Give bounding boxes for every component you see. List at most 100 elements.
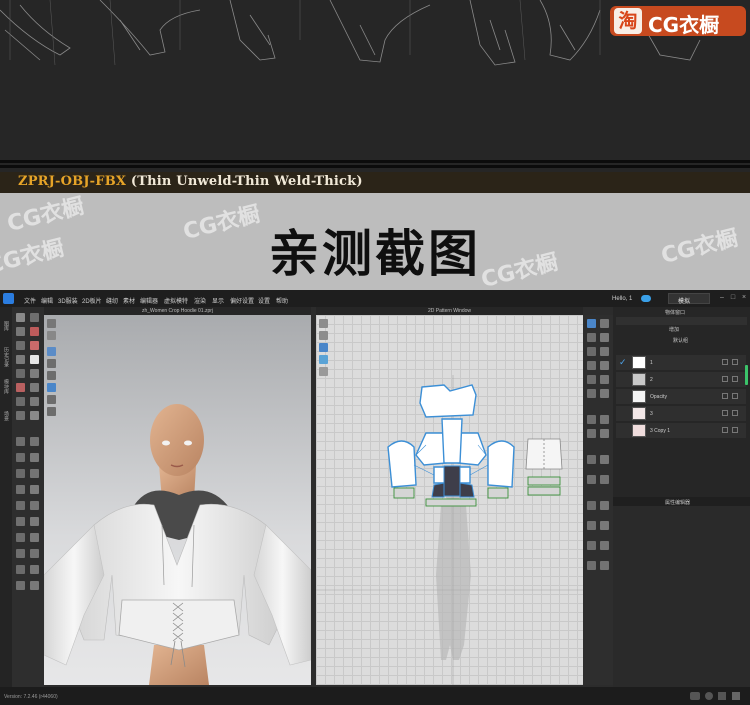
menu-item-file[interactable]: 文件 <box>24 296 36 305</box>
lock-icon[interactable] <box>732 359 738 365</box>
shirring-tool-icon[interactable] <box>16 517 25 526</box>
text-icon[interactable] <box>587 475 596 484</box>
fabric-tool-icon[interactable] <box>30 485 39 494</box>
dart-icon[interactable] <box>600 361 609 370</box>
sketch-tool-icon[interactable] <box>16 533 25 542</box>
measure-tool-icon[interactable] <box>16 355 25 364</box>
lock-icon[interactable] <box>732 376 738 382</box>
graphic-icon[interactable] <box>600 455 609 464</box>
edit-sewing-icon[interactable] <box>587 429 596 438</box>
display-mode-icon[interactable] <box>47 319 56 328</box>
camera-icon[interactable] <box>47 407 56 416</box>
edit-curve-icon[interactable] <box>587 333 596 342</box>
help-icon[interactable] <box>705 692 713 700</box>
chat-icon[interactable] <box>690 692 700 700</box>
zipper-tool-icon[interactable] <box>30 397 39 406</box>
maximize-icon[interactable]: □ <box>729 294 737 302</box>
lace-tool-icon[interactable] <box>16 565 25 574</box>
snapshot-tool-icon[interactable] <box>16 581 25 590</box>
transform-pattern-icon[interactable] <box>600 319 609 328</box>
stamp-tool-icon[interactable] <box>30 453 39 462</box>
expand-icon[interactable] <box>732 692 740 700</box>
3d-viewport[interactable] <box>44 315 311 685</box>
cloud-icon[interactable] <box>641 295 651 302</box>
lock-icon[interactable] <box>732 427 738 433</box>
fabric-row[interactable]: 2 <box>616 372 746 387</box>
segment-tool-icon[interactable] <box>16 369 25 378</box>
menu-item-render[interactable]: 渲染 <box>194 296 206 305</box>
minimize-icon[interactable]: – <box>718 294 726 302</box>
edit-pattern-icon[interactable] <box>587 319 596 328</box>
edit-point-icon[interactable] <box>600 333 609 342</box>
ruler-icon[interactable] <box>587 521 596 530</box>
menu-item-editor[interactable]: 编辑器 <box>140 296 158 305</box>
select-tool-icon[interactable] <box>16 313 25 322</box>
zipper-2d-icon[interactable] <box>600 561 609 570</box>
tab-history[interactable]: 历史记录 <box>3 347 10 367</box>
transform-tool-icon[interactable] <box>16 327 25 336</box>
pleat-2d-icon[interactable] <box>587 541 596 550</box>
tab-library[interactable]: 图库 <box>3 321 10 331</box>
scrollbar[interactable] <box>745 365 748 385</box>
pin-tool-icon[interactable] <box>30 327 39 336</box>
strap-tool-icon[interactable] <box>30 517 39 526</box>
menu-item-preferences[interactable]: 偏好设置 <box>230 296 254 305</box>
curve-tool-icon[interactable] <box>30 437 39 446</box>
menu-item-help[interactable]: 帮助 <box>276 296 288 305</box>
fold-tool-icon[interactable] <box>16 341 25 350</box>
arrangement-tool-icon[interactable] <box>30 469 39 478</box>
internal-line-icon[interactable] <box>587 375 596 384</box>
add-fabric-button[interactable]: 增加 <box>669 326 679 333</box>
menu-item-display[interactable]: 显示 <box>212 296 224 305</box>
annotation-icon[interactable] <box>600 475 609 484</box>
menu-item-sewing[interactable]: 缝纫 <box>106 296 118 305</box>
button-tool-icon[interactable] <box>16 397 25 406</box>
seamline-icon[interactable] <box>319 343 328 352</box>
polygon-icon[interactable] <box>587 347 596 356</box>
trace-icon[interactable] <box>587 389 596 398</box>
pleat-tool-icon[interactable] <box>30 549 39 558</box>
visibility-icon[interactable] <box>722 427 728 433</box>
check-sewing-icon[interactable] <box>600 429 609 438</box>
fabric-row[interactable]: ✓ 1 <box>616 355 746 370</box>
edit-texture-icon[interactable] <box>587 455 596 464</box>
texture-display-icon[interactable] <box>47 347 56 356</box>
notch-icon[interactable] <box>600 389 609 398</box>
lock-icon[interactable] <box>732 410 738 416</box>
light-display-icon[interactable] <box>47 395 56 404</box>
lock-tool-icon[interactable] <box>16 501 25 510</box>
tab-scene[interactable]: 场景 <box>3 411 10 421</box>
render-display-icon[interactable] <box>47 383 56 392</box>
menu-item-materials[interactable]: 素材 <box>123 296 135 305</box>
grid-icon[interactable] <box>319 331 328 340</box>
visibility-icon[interactable] <box>722 359 728 365</box>
line-tool-icon[interactable] <box>16 437 25 446</box>
free-sewing-icon[interactable] <box>600 415 609 424</box>
tab-modular[interactable]: 模块库 <box>3 379 10 394</box>
grading-icon[interactable] <box>587 501 596 510</box>
menu-item-settings[interactable]: 设置 <box>258 296 270 305</box>
brush-tool-icon[interactable] <box>16 453 25 462</box>
pattern-display-icon[interactable] <box>319 319 328 328</box>
user-greeting[interactable]: Hello, 1 <box>612 296 632 302</box>
offset-icon[interactable] <box>600 375 609 384</box>
menu-item-2d-pattern[interactable]: 2D板片 <box>82 296 102 305</box>
move-tool-icon[interactable] <box>30 313 39 322</box>
menu-item-3d-garment[interactable]: 3D服装 <box>58 296 78 305</box>
zoom-icon[interactable] <box>319 367 328 376</box>
trim-tool-icon[interactable] <box>16 411 25 420</box>
visibility-icon[interactable] <box>722 410 728 416</box>
rectangle-icon[interactable] <box>600 347 609 356</box>
pattern-display-icon[interactable] <box>47 371 56 380</box>
fabric-row[interactable]: 3 Copy 1 <box>616 423 746 438</box>
fold-2d-icon[interactable] <box>600 541 609 550</box>
seam-tool-icon[interactable] <box>16 383 25 392</box>
lock-icon[interactable] <box>732 393 738 399</box>
visibility-icon[interactable] <box>722 376 728 382</box>
texture-icon[interactable] <box>319 355 328 364</box>
graphic-tool-icon[interactable] <box>30 411 39 420</box>
menu-item-edit[interactable]: 编辑 <box>41 296 53 305</box>
circle-icon[interactable] <box>587 361 596 370</box>
puckering-tool-icon[interactable] <box>30 383 39 392</box>
settings-icon[interactable] <box>718 692 726 700</box>
